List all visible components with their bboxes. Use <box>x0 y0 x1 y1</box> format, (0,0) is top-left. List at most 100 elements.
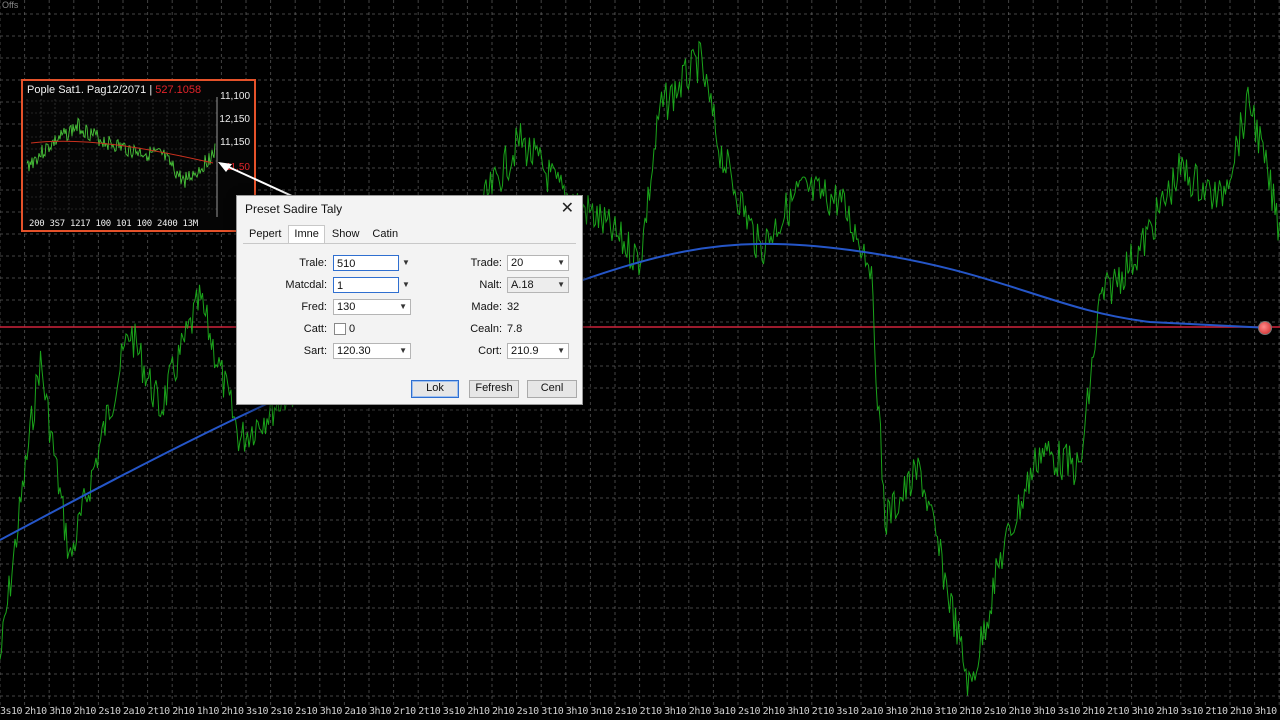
trade-label: Trade: <box>470 257 502 269</box>
time-tick-label: 2h10 <box>959 706 982 717</box>
preset-dialog[interactable]: Preset Sadire Taly ✕ Pepert Imne Show Ca… <box>236 195 583 405</box>
price-level-handle[interactable] <box>1258 321 1272 335</box>
inset-y-label: 11,50 <box>225 162 250 173</box>
time-tick-label: 2t10 <box>639 706 663 717</box>
time-tick-label: 3t10 <box>934 706 958 717</box>
sart-label: Sart: <box>303 345 327 357</box>
dialog-tabs: Pepert Imne Show Catin <box>243 225 405 243</box>
time-tick-label: 3s10 <box>246 706 269 717</box>
catt-value: 0 <box>349 323 356 335</box>
trale-input[interactable]: 510 <box>333 255 399 271</box>
cancel-button[interactable]: Cenl <box>527 380 577 398</box>
tab-show[interactable]: Show <box>326 225 366 243</box>
inset-chart-title: Pople Sat1. Pag12/2071 | 527.1058 <box>27 84 202 96</box>
time-tick-label: 3h10 <box>319 706 343 717</box>
time-tick-label: 3h10 <box>664 706 687 717</box>
chevron-down-icon[interactable]: ▼ <box>402 258 410 267</box>
time-tick-label: 2s10 <box>615 706 638 717</box>
time-tick-label: 2s10 <box>270 706 294 717</box>
nalt-value: A.18 <box>511 279 534 291</box>
time-tick-label: 2t10 <box>811 706 835 717</box>
material-label: Matcdal: <box>285 279 327 291</box>
trade-value: 20 <box>511 257 524 269</box>
cort-select[interactable]: 210.9 ▼ <box>507 343 569 359</box>
time-tick-label: 3t10 <box>541 706 564 717</box>
inset-chart[interactable]: Pople Sat1. Pag12/2071 | 527.1058 11,100… <box>21 79 256 232</box>
fred-value: 130 <box>337 301 356 313</box>
time-tick-label: 2h10 <box>762 706 786 717</box>
time-tick-label: 2a10 <box>344 706 367 717</box>
nalt-label: Nalt: <box>479 279 502 291</box>
time-tick-label: 3s10 <box>836 706 859 717</box>
trade-select[interactable]: 20 ▼ <box>507 255 569 271</box>
time-tick-label: 3h10 <box>885 706 909 717</box>
catt-checkbox[interactable] <box>334 323 346 335</box>
time-tick-label: 2h10 <box>1008 706 1032 717</box>
time-tick-label: 2s10 <box>295 706 318 717</box>
time-tick-label: 3h10 <box>1033 706 1056 717</box>
time-tick-label: 3a10 <box>713 706 736 717</box>
chevron-down-icon: ▼ <box>557 258 565 267</box>
time-tick-label: 2h10 <box>467 706 490 717</box>
time-tick-label: 3s10 <box>0 706 23 717</box>
inset-y-label: 11,100 <box>220 91 250 102</box>
fred-label: Fred: <box>301 301 327 313</box>
time-tick-label: 2t10 <box>1107 706 1130 717</box>
time-tick-label: 3h10 <box>49 706 72 717</box>
time-tick-label: 2h10 <box>73 706 97 717</box>
refresh-button[interactable]: Fefresh <box>469 380 519 398</box>
time-tick-label: 2h10 <box>688 706 712 717</box>
ok-button[interactable]: Lok <box>411 380 459 398</box>
corner-label: Offs <box>2 0 19 10</box>
time-tick-label: 2h10 <box>910 706 933 717</box>
time-tick-label: 3n10 <box>590 706 613 717</box>
tab-imne[interactable]: Imne <box>288 225 325 243</box>
trale-label: Trale: <box>299 257 327 269</box>
made-value: 32 <box>507 301 520 313</box>
sart-value: 120.30 <box>337 345 371 357</box>
time-tick-label: 2h10 <box>24 706 48 717</box>
material-input[interactable]: 1 <box>333 277 399 293</box>
tab-catin[interactable]: Catin <box>366 225 404 243</box>
time-tick-label: 3h10 <box>369 706 392 717</box>
inset-title-text: Pople Sat1. Pag12/2071 <box>27 84 147 96</box>
tab-pepert[interactable]: Pepert <box>243 225 287 243</box>
close-icon[interactable]: ✕ <box>561 198 574 218</box>
cort-value: 210.9 <box>511 345 539 357</box>
time-tick-label: 2s10 <box>984 706 1007 717</box>
cealn-value: 7.8 <box>507 323 523 335</box>
time-tick-label: 1h10 <box>196 706 220 717</box>
chevron-down-icon: ▼ <box>399 346 407 355</box>
inset-x-labels: 200 3S7 1217 100 101 100 2400 13M <box>29 219 198 229</box>
time-tick-label: 2t10 <box>147 706 171 717</box>
time-tick-label: 2h10 <box>221 706 244 717</box>
time-tick-label: 3h10 <box>565 706 589 717</box>
catt-label: Catt: <box>303 323 327 335</box>
cort-label: Cort: <box>478 345 502 357</box>
nalt-select[interactable]: A.18 ▼ <box>507 277 569 293</box>
time-tick-label: 2h10 <box>172 706 195 717</box>
moving-average-line <box>0 242 1271 541</box>
sart-select[interactable]: 120.30 ▼ <box>333 343 411 359</box>
time-tick-label: 3h10 <box>787 706 810 717</box>
made-label: Made: <box>471 301 502 313</box>
dialog-title: Preset Sadire Taly <box>245 202 343 216</box>
time-tick-label: 2a10 <box>123 706 146 717</box>
inset-y-label: 12,150 <box>219 114 250 125</box>
time-tick-label: 2a10 <box>861 706 884 717</box>
time-tick-label: 2s10 <box>98 706 121 717</box>
inset-title-price: 527.1058 <box>155 84 202 96</box>
time-tick-label: 2s10 <box>738 706 761 717</box>
time-tick-label: 3h10 <box>1254 706 1278 717</box>
time-tick-label: 3h10 <box>1131 706 1155 717</box>
chevron-down-icon: ▼ <box>399 302 407 311</box>
inset-chart-canvas <box>26 97 218 217</box>
time-tick-label: 3s10 <box>1180 706 1204 717</box>
time-tick-label: 2h10 <box>1230 706 1253 717</box>
time-tick-label: 2r10 <box>393 706 417 717</box>
time-tick-label: 2h10 <box>1156 706 1179 717</box>
fred-select[interactable]: 130 ▼ <box>333 299 411 315</box>
time-tick-label: 2h10 <box>492 706 515 717</box>
time-tick-label: 3s10 <box>442 706 466 717</box>
chevron-down-icon[interactable]: ▼ <box>402 280 410 289</box>
